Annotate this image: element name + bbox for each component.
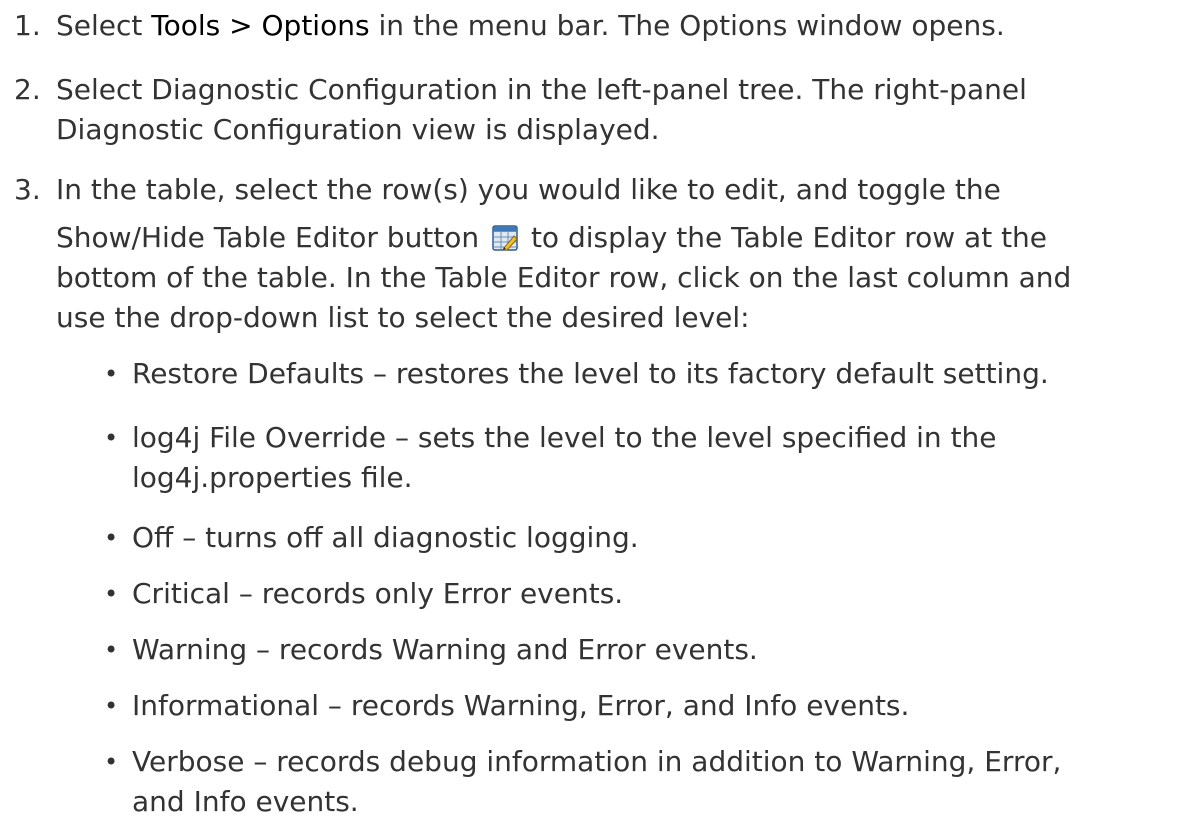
bullet-icon: •: [104, 580, 119, 608]
level-restore-defaults: Restore Defaults – restores the level to…: [132, 357, 1049, 390]
level-verbose-line-1: Verbose – records debug information in a…: [132, 745, 1062, 778]
table-editor-icon: [492, 222, 518, 251]
step-1-text-before: Select: [56, 9, 152, 42]
bullet-icon: •: [104, 636, 119, 664]
menu-path: Tools > Options: [151, 9, 370, 42]
bullet-icon: •: [104, 748, 119, 776]
level-off: Off – turns off all diagnostic logging.: [132, 521, 639, 554]
step-text: Select Tools > Options in the menu bar. …: [56, 6, 1171, 46]
step-text: In the table, select the row(s) you woul…: [56, 170, 1171, 338]
level-log4j-override-line-2: log4j.properties file.: [132, 461, 413, 494]
level-verbose-line-2: and Info events.: [132, 785, 359, 818]
bullet-icon: •: [104, 424, 119, 452]
step-2-line-2: Diagnostic Configuration view is display…: [56, 113, 660, 146]
bullet-icon: •: [104, 692, 119, 720]
step-number: 2.: [14, 73, 41, 106]
step-2-line-1: Select Diagnostic Configuration in the l…: [56, 73, 1027, 106]
step-3-line-4: use the drop-down list to select the des…: [56, 301, 750, 334]
procedure-document: 1. Select Tools > Options in the menu ba…: [0, 0, 1179, 818]
bullet-icon: •: [104, 360, 119, 388]
step-3-line-2: Show/Hide Table Editor button to display…: [56, 221, 1048, 254]
level-warning: Warning – records Warning and Error even…: [132, 633, 758, 666]
step-1-text-after: in the menu bar. The Options window open…: [369, 9, 1005, 42]
step-3-line-3: bottom of the table. In the Table Editor…: [56, 261, 1072, 294]
step-number: 1.: [14, 9, 41, 42]
step-text: Select Diagnostic Configuration in the l…: [56, 70, 1171, 150]
step-3-line-1: In the table, select the row(s) you woul…: [56, 173, 1001, 206]
level-critical: Critical – records only Error events.: [132, 577, 624, 610]
level-informational: Informational – records Warning, Error, …: [132, 689, 910, 722]
step-number: 3.: [14, 173, 41, 206]
level-log4j-override-line-1: log4j File Override – sets the level to …: [132, 421, 997, 454]
bullet-icon: •: [104, 524, 119, 552]
